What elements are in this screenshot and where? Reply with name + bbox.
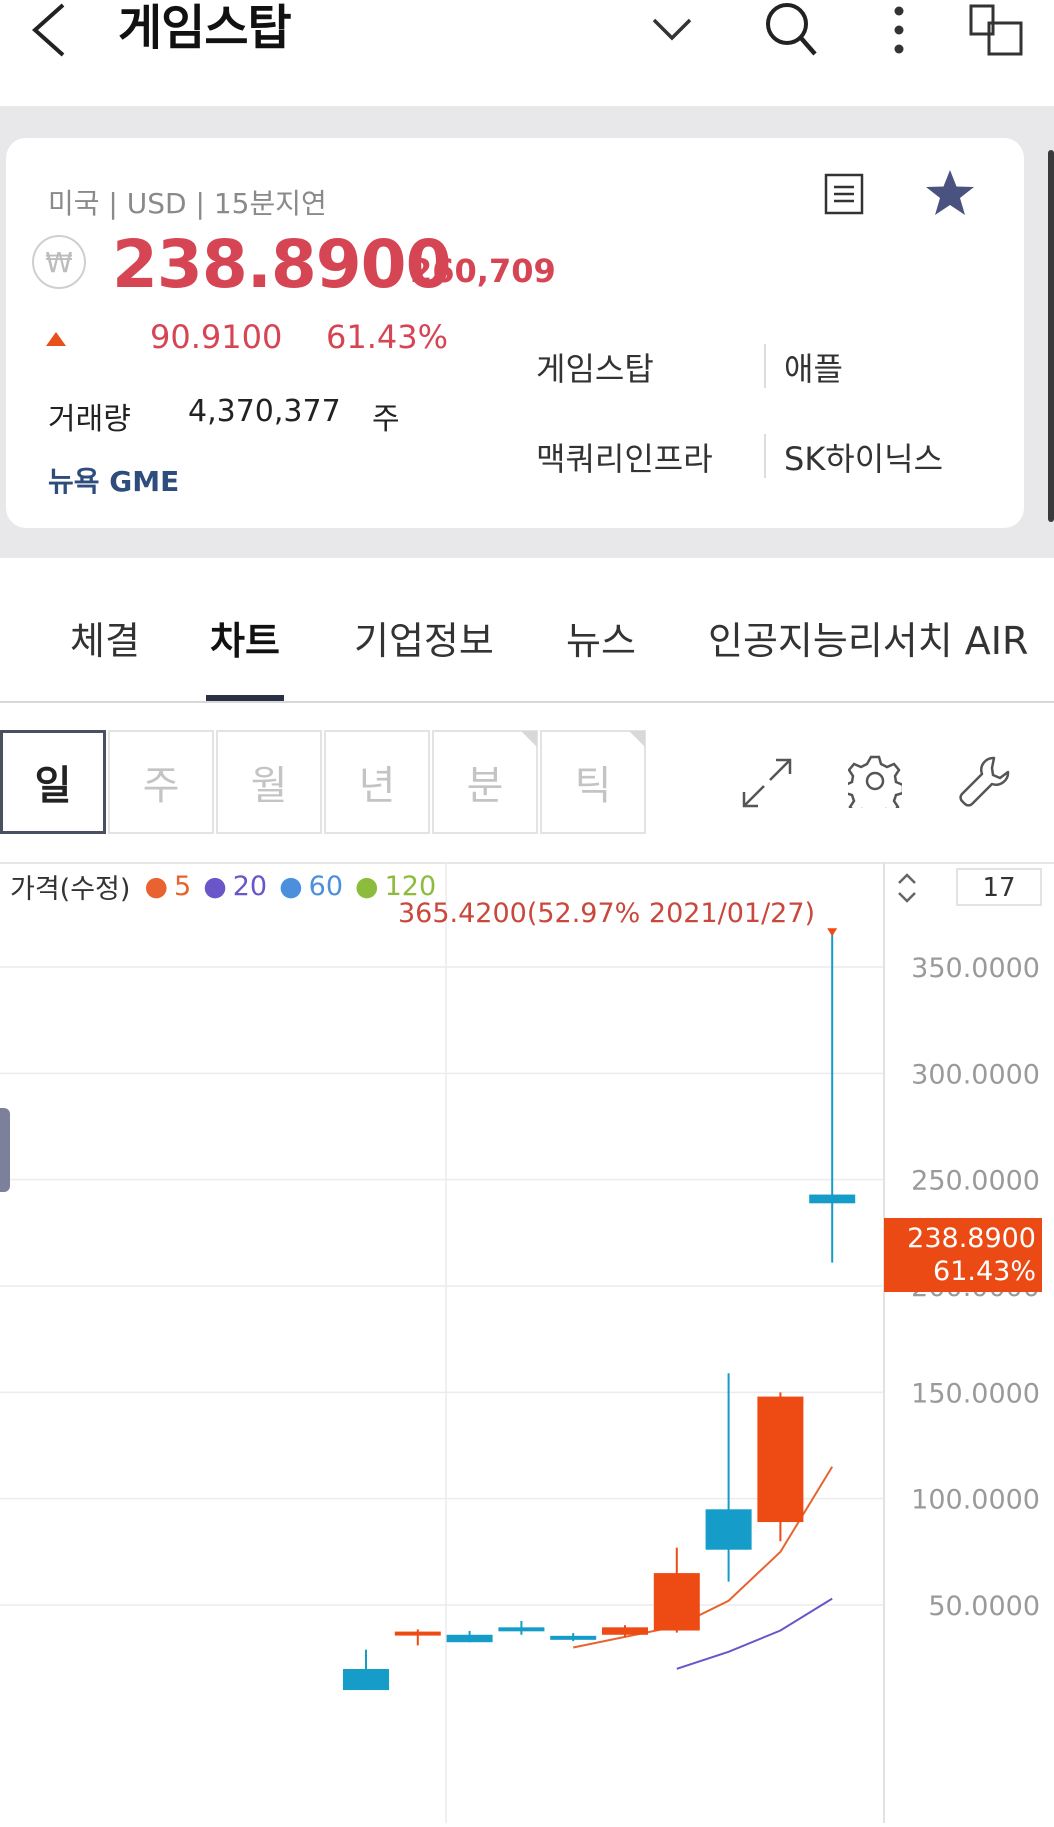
tab-trades[interactable]: 체결 [70,610,140,665]
divider [764,434,766,478]
back-icon[interactable] [24,0,74,60]
candle-body [757,1396,804,1523]
settings-gear-icon[interactable] [843,754,905,820]
window-switch-icon[interactable] [966,0,1026,60]
badge-pct: 61.43% [933,1256,1036,1287]
chart-canvas: 350.0000300.0000250.0000200.0000150.0000… [0,862,1040,1823]
candle [343,1649,389,1691]
tab-ai-research[interactable]: 인공지능리서치 AIR [708,610,1028,665]
zoom-count[interactable]: 17 [956,868,1042,906]
legend-ma60: 60 [308,871,344,902]
price-change-pct: 61.43% [326,318,449,356]
candle-body [809,1194,856,1204]
y-tick-label: 100.0000 [911,1485,1040,1516]
candle-body [653,1573,700,1631]
ma20-line [676,1597,833,1670]
tab-bar: 체결 차트 기업정보 뉴스 인공지능리서치 AIR [0,558,1054,703]
y-tick-label: 350.0000 [911,953,1040,984]
related-stock-2[interactable]: 애플 [784,344,843,390]
candle [602,1625,648,1637]
chart-legend: 가격(수정) ● 5 ● 20 ● 60 ● 120 [10,867,436,906]
legend-ma20-dot: ● [203,871,227,902]
tab-news[interactable]: 뉴스 [566,610,636,665]
tab-chart[interactable]: 차트 [210,610,280,665]
candle [394,1629,441,1646]
current-price: 238.8900 [112,226,452,303]
exchange-ticker[interactable]: 뉴욕 GME [48,460,179,500]
legend-ma120-dot: ● [355,871,379,902]
period-day-button[interactable]: 일 [0,730,106,834]
volume-label: 거래량 [48,402,131,437]
badge-price: 238.8900 [907,1223,1036,1254]
active-tab-indicator [206,695,284,701]
scroll-edge [1048,150,1054,522]
price-change: 90.9100 [150,318,283,356]
y-tick-label: 250.0000 [911,1166,1040,1197]
market-info: 미국 | USD | 15분지연 [48,187,327,220]
related-stock-1[interactable]: 게임스탑 [536,344,654,390]
stock-info-card: 미국 | USD | 15분지연 ₩ 238.8900 260,709 90.9… [6,138,1024,528]
candle-body [602,1627,648,1635]
zoom-stepper-icon[interactable] [896,870,918,910]
search-icon[interactable] [762,0,820,60]
krw-price: 260,709 [410,252,556,290]
top-bar: 게임스탑 [0,0,1054,106]
legend-ma5-dot: ● [144,871,168,902]
legend-ma5: 5 [174,871,192,902]
candle [550,1633,597,1642]
period-selector: 일 주 월 년 분 틱 [0,730,1054,840]
more-icon[interactable] [884,0,914,60]
related-stock-3[interactable]: 맥쿼리인프라 [536,434,713,480]
high-marker [827,928,838,937]
candle [757,1392,804,1542]
tab-company-info[interactable]: 기업정보 [354,610,494,665]
legend-ma20: 20 [232,871,268,902]
price-chart[interactable]: 350.0000300.0000250.0000200.0000150.0000… [0,862,1054,1823]
chart-drag-handle[interactable] [0,1108,10,1192]
y-tick-label: 300.0000 [911,1059,1040,1090]
candle [498,1620,545,1635]
candle-body [343,1669,389,1691]
candle [809,934,856,1263]
period-week-button[interactable]: 주 [108,730,214,834]
page-title: 게임스탑 [118,0,292,56]
candle [446,1630,493,1643]
candle [705,1373,752,1582]
chart-high-label: 365.4200(52.97% 2021/01/27) [398,898,816,929]
expand-icon[interactable] [740,756,794,814]
candle [653,1547,700,1633]
wrench-icon[interactable] [958,754,1012,812]
volume-value: 4,370,377 [188,394,341,429]
divider [764,344,766,388]
y-tick-label: 150.0000 [911,1378,1040,1409]
legend-label: 가격(수정) [10,874,131,905]
memo-icon[interactable] [824,173,864,219]
related-stock-4[interactable]: SK하이닉스 [784,434,943,480]
candle-body [550,1635,597,1640]
candle-body [446,1634,493,1643]
favorite-star-icon[interactable] [924,168,976,222]
legend-ma60-dot: ● [279,871,303,902]
y-tick-label: 50.0000 [928,1591,1040,1622]
currency-toggle-icon[interactable]: ₩ [32,235,86,289]
period-year-button[interactable]: 년 [324,730,430,834]
period-month-button[interactable]: 월 [216,730,322,834]
period-minute-button[interactable]: 분 [432,730,538,834]
up-arrow-icon [44,330,68,352]
period-tick-button[interactable]: 틱 [540,730,646,834]
candle-body [394,1631,441,1636]
candle-body [498,1627,545,1632]
volume-unit: 주 [372,402,400,437]
chevron-down-icon[interactable] [650,0,694,60]
current-price-badge: 238.8900 61.43% [884,1218,1042,1292]
candle-body [705,1509,752,1550]
